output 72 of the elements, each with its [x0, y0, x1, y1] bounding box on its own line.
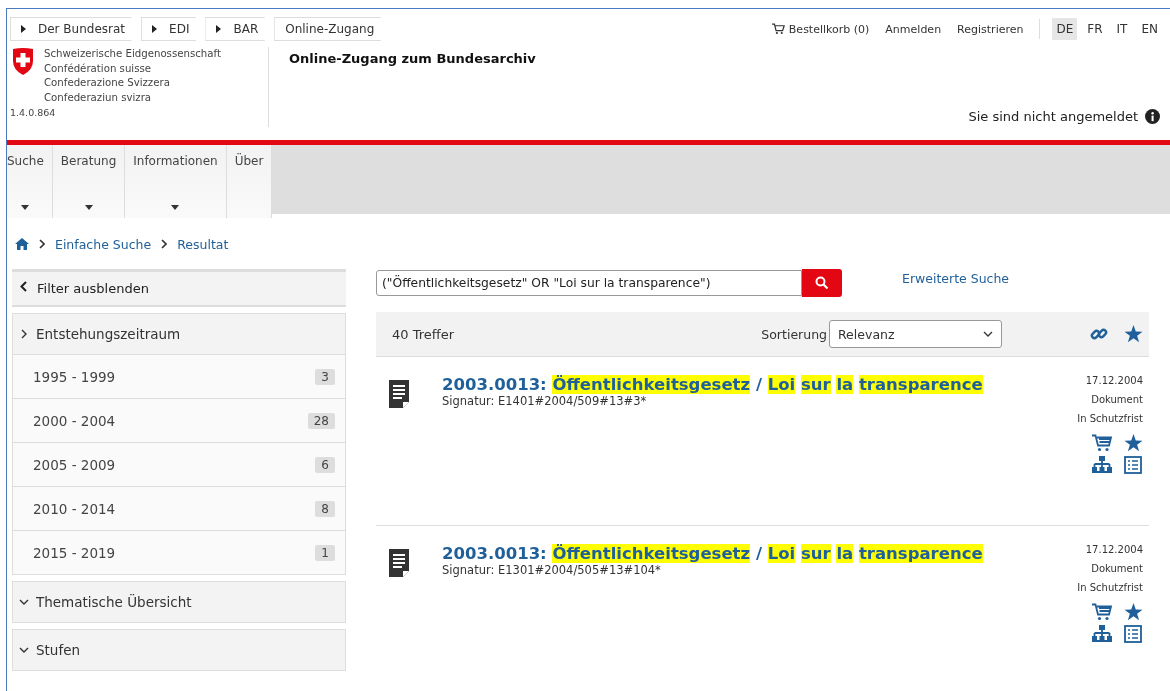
logo-text: Schweizerische Eidgenossenschaft: [44, 47, 221, 61]
chevron-left-icon: [20, 281, 27, 292]
count-badge: 3: [315, 368, 335, 385]
language-link[interactable]: DE: [1052, 18, 1078, 40]
logo-text: Confederaziun svizra: [44, 90, 153, 105]
result-title-link[interactable]: 2003.0013: Öffentlichkeitsgesetz / Loi sur la transparence: [442, 375, 1078, 394]
count-badge: 8: [315, 500, 335, 517]
document-icon: [389, 380, 409, 408]
nav-menu-item[interactable]: Über: [226, 145, 273, 218]
cart-link[interactable]: Bestellkorb (0): [771, 22, 870, 36]
site-title: Online-Zugang zum Bundesarchiv: [289, 51, 536, 66]
language-link[interactable]: EN: [1137, 18, 1162, 40]
nav-menu-item[interactable]: Suche: [7, 145, 53, 218]
chevron-icon: [161, 239, 168, 249]
star-icon[interactable]: [1124, 434, 1143, 452]
sort-label: Sortierung: [761, 326, 827, 342]
login-status: Sie sind nicht angemeldet: [968, 109, 1138, 124]
language-link[interactable]: IT: [1112, 18, 1132, 40]
filter-toggle-button[interactable]: Filter ausblenden: [12, 269, 346, 307]
status-text: In Schutzfrist: [1077, 413, 1143, 424]
star-icon[interactable]: [1124, 325, 1143, 343]
chevron-icon: [39, 239, 45, 249]
breadcrumb-link[interactable]: Resultat: [177, 236, 229, 252]
signature-text: Signatur: E1401#2004/509#13#3*: [442, 394, 648, 408]
nav-menu-label[interactable]: Informationen: [133, 154, 218, 168]
breadcrumb-link[interactable]: Einfache Suche: [55, 236, 152, 252]
register-link[interactable]: Registrieren: [957, 22, 1024, 36]
language-link[interactable]: FR: [1083, 18, 1107, 40]
filter-section-header[interactable]: Entstehungszeitraum: [13, 314, 345, 354]
document-icon: [389, 549, 409, 577]
filter-section-header[interactable]: Stufen: [13, 630, 345, 670]
search-field[interactable]: ("Öffentlichkeitsgesetz" OR "Loi sur la transparence"): [376, 270, 802, 296]
nav-menu-label[interactable]: Suche: [7, 154, 44, 168]
type-text: Dokument: [1091, 563, 1143, 574]
version-text: 1.4.0.864: [10, 107, 57, 118]
star-icon[interactable]: [1124, 603, 1143, 621]
count-badge: 1: [315, 544, 335, 561]
date-text: 17.12.2004: [1085, 544, 1143, 555]
count-badge: 28: [307, 412, 335, 429]
nav-menu-label[interactable]: Über: [234, 154, 264, 168]
status-text: In Schutzfrist: [1077, 582, 1143, 593]
filter-section-header[interactable]: Thematische Übersicht: [13, 582, 345, 622]
hierarchy-icon[interactable]: [1092, 456, 1112, 474]
logo-text: Confederazione Svizzera: [44, 76, 171, 90]
cart-icon: [771, 23, 785, 35]
search-icon: [815, 276, 829, 290]
cart-icon[interactable]: [1092, 603, 1112, 621]
advanced-search-link[interactable]: Erweiterte Suche: [902, 270, 1010, 286]
chevron-icon: [19, 599, 29, 605]
hierarchy-icon[interactable]: [1092, 625, 1112, 643]
nav-menu-label[interactable]: Beratung: [60, 154, 117, 168]
chevron-icon: [21, 329, 27, 339]
home-icon[interactable]: [15, 238, 29, 250]
list-icon[interactable]: [1124, 625, 1142, 643]
info-icon[interactable]: [1145, 109, 1160, 124]
result-count: 40 Treffer: [392, 326, 456, 342]
nav-menu-item[interactable]: Beratung: [52, 145, 126, 218]
login-link[interactable]: Anmelden: [885, 22, 942, 36]
result-title-link[interactable]: 2003.0013: Öffentlichkeitsgesetz / Loi sur la transparence: [442, 544, 1078, 563]
chevron-icon: [19, 647, 29, 653]
list-icon[interactable]: [1124, 456, 1142, 474]
nav-menu-item[interactable]: Informationen: [125, 145, 227, 218]
swiss-shield-icon: [12, 47, 34, 76]
count-badge: 6: [315, 456, 335, 473]
signature-text: Signatur: E1301#2004/505#13#104*: [442, 563, 662, 577]
date-text: 17.12.2004: [1085, 375, 1143, 386]
cart-icon[interactable]: [1092, 434, 1112, 452]
sort-dropdown[interactable]: Relevanz: [829, 320, 1002, 348]
search-button[interactable]: [802, 269, 842, 297]
chevron-down-icon: [983, 331, 993, 337]
logo-text: Confédération suisse: [44, 61, 153, 76]
type-text: Dokument: [1091, 394, 1143, 405]
